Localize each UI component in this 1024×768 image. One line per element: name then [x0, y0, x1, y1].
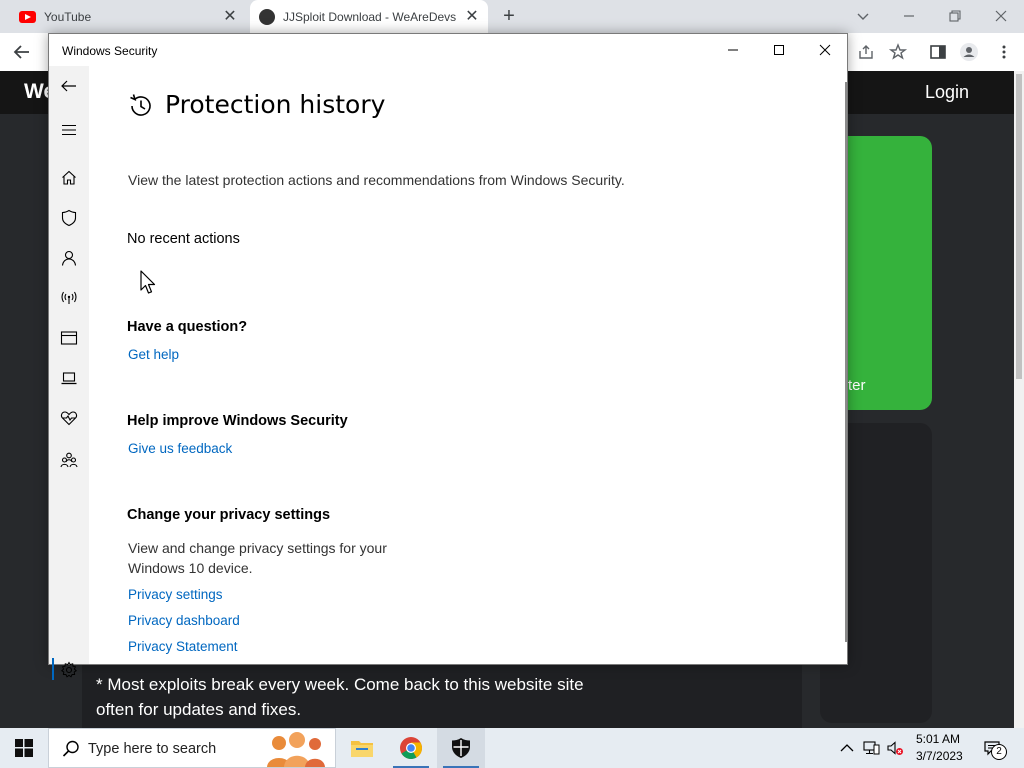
mouse-pointer-icon — [140, 270, 158, 296]
navigation-sidebar — [49, 66, 89, 680]
bookmark-star-icon[interactable] — [888, 42, 908, 62]
close-button[interactable] — [802, 34, 848, 66]
search-highlight-people-icon — [259, 731, 335, 767]
clock-date[interactable]: 3/7/2023 — [916, 749, 963, 763]
login-link[interactable]: Login — [925, 82, 969, 103]
chrome-taskbar-icon[interactable] — [387, 728, 435, 768]
network-icon[interactable] — [862, 739, 880, 757]
privacy-statement-link[interactable]: Privacy Statement — [128, 639, 238, 654]
taskbar: Type here to search 5:01 AM 3/7/2023 2 — [0, 728, 1024, 768]
search-icon — [61, 739, 81, 759]
browser-restore-icon[interactable] — [943, 4, 967, 28]
windows-security-window: Windows Security Protection history View… — [48, 33, 848, 680]
side-panel-icon[interactable] — [928, 42, 948, 62]
virus-protection-shield-icon[interactable] — [59, 208, 79, 228]
search-placeholder: Type here to search — [88, 741, 217, 757]
new-tab-button[interactable]: + — [498, 5, 520, 27]
question-heading: Have a question? — [127, 319, 248, 335]
footer-note: * Most exploits break every week. Come b… — [96, 675, 584, 719]
windows-security-taskbar-icon[interactable] — [437, 728, 485, 768]
page-description: View the latest protection actions and r… — [128, 172, 625, 188]
get-help-link[interactable]: Get help — [128, 347, 179, 362]
privacy-settings-link[interactable]: Privacy settings — [128, 587, 223, 602]
start-button[interactable] — [0, 728, 48, 768]
back-icon[interactable] — [59, 76, 79, 96]
maximize-button[interactable] — [756, 34, 802, 66]
taskbar-search-box[interactable]: Type here to search — [48, 728, 336, 768]
browser-menu-icon[interactable] — [994, 42, 1014, 62]
firewall-network-icon[interactable] — [59, 288, 79, 308]
page-scrollbar-thumb[interactable] — [1016, 74, 1022, 379]
tab-title: YouTube — [44, 9, 92, 24]
browser-tab-strip: YouTube ✕ JJSploit Download - WeAreDevs … — [0, 0, 1024, 33]
page-title: Protection history — [165, 90, 386, 119]
empty-state-message: No recent actions — [127, 231, 240, 247]
window-title: Windows Security — [62, 44, 158, 58]
home-icon[interactable] — [59, 168, 79, 188]
minimize-button[interactable] — [710, 34, 756, 66]
privacy-heading: Change your privacy settings — [127, 507, 331, 523]
file-explorer-taskbar-icon[interactable] — [338, 728, 386, 768]
privacy-description: View and change privacy settings for you… — [128, 540, 387, 576]
account-protection-icon[interactable] — [59, 248, 79, 268]
hamburger-menu-icon[interactable] — [59, 120, 79, 140]
notification-count-badge: 2 — [991, 744, 1007, 760]
tab-title: JJSploit Download - WeAreDevs — [283, 9, 457, 24]
history-clock-icon — [127, 92, 155, 120]
clock-time[interactable]: 5:01 AM — [916, 732, 960, 746]
share-icon[interactable] — [856, 42, 876, 62]
give-feedback-link[interactable]: Give us feedback — [128, 441, 232, 456]
browser-minimize-icon[interactable] — [897, 4, 921, 28]
tab-jjsploit[interactable]: JJSploit Download - WeAreDevs ✕ — [250, 0, 488, 33]
profile-avatar-icon[interactable] — [959, 42, 979, 62]
show-hidden-icons-chevron-icon[interactable] — [838, 739, 856, 757]
device-security-icon[interactable] — [59, 368, 79, 388]
settings-gear-icon[interactable] — [59, 660, 79, 680]
volume-muted-icon[interactable] — [886, 739, 904, 757]
browser-close-icon[interactable] — [989, 4, 1013, 28]
device-health-icon[interactable] — [59, 408, 79, 428]
nav-selection-indicator — [52, 658, 54, 680]
privacy-dashboard-link[interactable]: Privacy dashboard — [128, 613, 240, 628]
improve-heading: Help improve Windows Security — [127, 413, 348, 429]
tab-close-icon[interactable]: ✕ — [222, 9, 238, 25]
family-options-icon[interactable] — [59, 450, 79, 470]
window-title-bar[interactable]: Windows Security — [49, 34, 847, 66]
page-scrollbar[interactable] — [1014, 71, 1024, 728]
youtube-icon — [19, 11, 36, 23]
tab-youtube[interactable]: YouTube ✕ — [0, 0, 246, 33]
app-browser-control-icon[interactable] — [59, 328, 79, 348]
browser-back-icon[interactable] — [12, 42, 32, 62]
tab-search-chevron-icon[interactable] — [851, 4, 875, 28]
download-button-label[interactable]: ter — [848, 377, 866, 394]
wearedevs-favicon-icon — [259, 9, 275, 25]
tab-close-icon[interactable]: ✕ — [464, 9, 480, 25]
protection-history-page: Protection history View the latest prote… — [89, 66, 847, 664]
window-scrollbar[interactable] — [845, 82, 847, 642]
